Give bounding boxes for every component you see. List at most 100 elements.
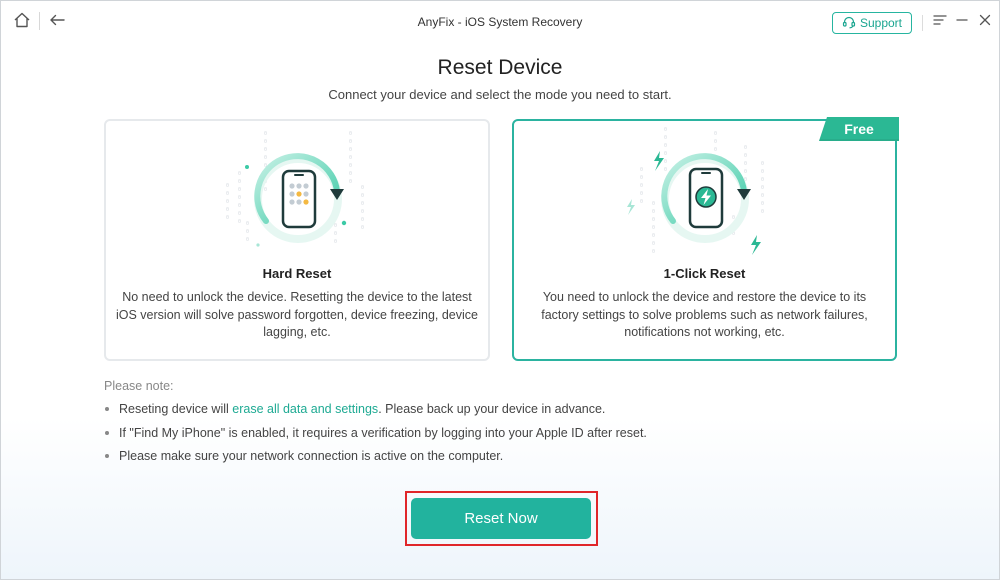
one-click-reset-illustration: 000000 0000 000000 0000000 00000 0000000… bbox=[514, 125, 895, 261]
svg-text:0: 0 bbox=[238, 195, 241, 201]
svg-text:0: 0 bbox=[664, 167, 667, 173]
svg-text:0: 0 bbox=[264, 147, 267, 153]
notes-heading: Please note: bbox=[104, 379, 174, 393]
svg-text:0: 0 bbox=[652, 217, 655, 223]
svg-text:0: 0 bbox=[761, 201, 764, 207]
svg-text:0: 0 bbox=[238, 179, 241, 185]
svg-text:0: 0 bbox=[640, 175, 643, 181]
back-arrow-icon bbox=[48, 11, 66, 34]
svg-text:0: 0 bbox=[652, 201, 655, 207]
svg-text:0: 0 bbox=[238, 203, 241, 209]
headset-icon bbox=[842, 15, 856, 32]
svg-text:0: 0 bbox=[226, 199, 229, 205]
svg-text:0: 0 bbox=[714, 139, 717, 145]
svg-text:0: 0 bbox=[744, 153, 747, 159]
svg-text:0: 0 bbox=[349, 147, 352, 153]
support-label: Support bbox=[859, 16, 903, 30]
svg-text:0: 0 bbox=[664, 135, 667, 141]
back-button[interactable] bbox=[44, 10, 70, 34]
svg-text:0: 0 bbox=[246, 221, 249, 227]
svg-text:0: 0 bbox=[664, 127, 667, 133]
svg-text:0: 0 bbox=[640, 183, 643, 189]
svg-text:0: 0 bbox=[664, 151, 667, 157]
svg-text:0: 0 bbox=[264, 139, 267, 145]
svg-text:0: 0 bbox=[246, 229, 249, 235]
reset-now-button[interactable]: Reset Now bbox=[411, 498, 591, 539]
notes-section: Please note: Reseting device will erase … bbox=[104, 379, 904, 472]
home-icon bbox=[13, 11, 31, 34]
svg-text:0: 0 bbox=[361, 225, 364, 231]
svg-text:0: 0 bbox=[652, 241, 655, 247]
svg-text:0: 0 bbox=[761, 169, 764, 175]
svg-text:0: 0 bbox=[349, 179, 352, 185]
svg-text:0: 0 bbox=[714, 147, 717, 153]
svg-text:0: 0 bbox=[238, 219, 241, 225]
note-text: . Please back up your device in advance. bbox=[378, 402, 606, 416]
hard-reset-title: Hard Reset bbox=[262, 266, 332, 281]
svg-text:0: 0 bbox=[652, 225, 655, 231]
svg-text:0: 0 bbox=[640, 199, 643, 205]
svg-text:0: 0 bbox=[264, 131, 267, 137]
svg-text:0: 0 bbox=[640, 167, 643, 173]
svg-text:0: 0 bbox=[361, 209, 364, 215]
svg-text:0: 0 bbox=[714, 131, 717, 137]
one-click-reset-title: 1-Click Reset bbox=[663, 266, 746, 281]
svg-text:0: 0 bbox=[226, 207, 229, 213]
minimize-icon bbox=[954, 12, 970, 33]
svg-text:0: 0 bbox=[238, 211, 241, 217]
svg-text:0: 0 bbox=[226, 183, 229, 189]
close-icon bbox=[977, 12, 993, 33]
svg-text:0: 0 bbox=[652, 249, 655, 255]
svg-text:0: 0 bbox=[652, 209, 655, 215]
page-title: Reset Device bbox=[437, 56, 563, 79]
svg-text:0: 0 bbox=[761, 161, 764, 167]
svg-text:0: 0 bbox=[640, 191, 643, 197]
one-click-reset-card[interactable]: Free 000000 0000 000000 0000000 00000 00… bbox=[512, 117, 899, 361]
svg-text:0: 0 bbox=[744, 169, 747, 175]
note-highlight: erase all data and settings bbox=[232, 402, 379, 416]
svg-text:0: 0 bbox=[744, 161, 747, 167]
note-item: Please make sure your network connection… bbox=[104, 448, 904, 472]
hard-reset-card[interactable]: 0 0 0 0 0 0 0 0 0 0 0 0 0 0 0 0 0 0 0 0 0 0 0 0 0 0 0 0 0 0 0 0 0 0 0… bbox=[104, 119, 490, 361]
svg-text:0: 0 bbox=[264, 155, 267, 161]
svg-text:0: 0 bbox=[349, 163, 352, 169]
svg-text:0: 0 bbox=[349, 171, 352, 177]
home-button[interactable] bbox=[9, 10, 35, 34]
svg-text:0: 0 bbox=[761, 177, 764, 183]
svg-text:0: 0 bbox=[334, 239, 337, 245]
svg-text:0: 0 bbox=[349, 131, 352, 137]
app-window: AnyFix - iOS System Recovery Support Res… bbox=[0, 0, 1000, 580]
support-button[interactable]: Support bbox=[832, 12, 912, 34]
svg-text:0: 0 bbox=[761, 193, 764, 199]
svg-text:0: 0 bbox=[246, 237, 249, 243]
svg-text:0: 0 bbox=[238, 187, 241, 193]
hard-reset-illustration: 0 0 0 0 0 0 0 0 0 0 0 0 0 0 0 0 0 0 0 0 0 0 0 0 0 0 0 0 0 0 0 0 0 0 0… bbox=[106, 125, 488, 261]
note-item: If "Find My iPhone" is enabled, it requi… bbox=[104, 425, 904, 449]
title-bar-divider bbox=[39, 12, 40, 30]
svg-text:0: 0 bbox=[226, 215, 229, 221]
title-bar: AnyFix - iOS System Recovery Support bbox=[1, 1, 999, 45]
svg-text:0: 0 bbox=[361, 193, 364, 199]
page-subtitle: Connect your device and select the mode … bbox=[328, 87, 672, 102]
svg-text:0: 0 bbox=[349, 139, 352, 145]
svg-text:0: 0 bbox=[744, 145, 747, 151]
svg-text:0: 0 bbox=[664, 159, 667, 165]
svg-text:0: 0 bbox=[761, 209, 764, 215]
note-item: Reseting device will erase all data and … bbox=[104, 401, 904, 425]
svg-text:0: 0 bbox=[652, 233, 655, 239]
svg-text:0: 0 bbox=[226, 191, 229, 197]
svg-text:0: 0 bbox=[761, 185, 764, 191]
svg-text:0: 0 bbox=[361, 201, 364, 207]
svg-text:0: 0 bbox=[349, 155, 352, 161]
svg-text:0: 0 bbox=[664, 143, 667, 149]
close-button[interactable] bbox=[972, 10, 998, 34]
svg-text:0: 0 bbox=[334, 223, 337, 229]
svg-text:0: 0 bbox=[361, 217, 364, 223]
menu-icon bbox=[932, 12, 948, 33]
one-click-reset-description: You need to unlock the device and restor… bbox=[541, 290, 868, 339]
svg-text:0: 0 bbox=[264, 187, 267, 193]
note-text: Reseting device will bbox=[119, 402, 233, 416]
hard-reset-description: No need to unlock the device. Resetting … bbox=[116, 290, 478, 339]
title-bar-divider-right bbox=[922, 15, 923, 31]
svg-text:0: 0 bbox=[334, 231, 337, 237]
